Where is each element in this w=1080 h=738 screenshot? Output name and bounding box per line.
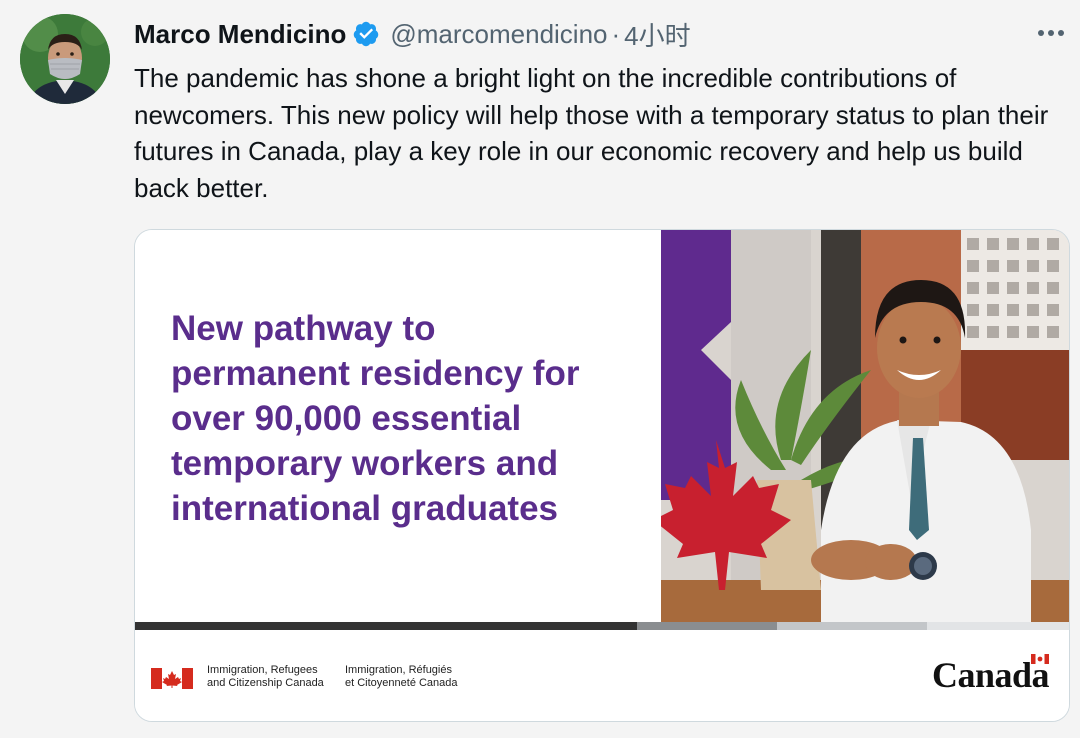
- avatar[interactable]: [20, 14, 110, 104]
- department-name-english: Immigration, Refugees and Citizenship Ca…: [207, 664, 324, 689]
- tweet[interactable]: Marco Mendicino @marcomendicino · 4小时 Th…: [0, 0, 1080, 738]
- media-card[interactable]: New pathway to permanent residency for o…: [134, 229, 1070, 722]
- tweet-header: Marco Mendicino @marcomendicino · 4小时: [134, 16, 691, 52]
- wordmark-flag-icon: [1031, 654, 1049, 664]
- canada-flag-icon: [151, 668, 193, 689]
- more-options-icon[interactable]: [1036, 18, 1066, 48]
- card-image: New pathway to permanent residency for o…: [135, 230, 1069, 622]
- separator-dot: ·: [611, 18, 621, 49]
- card-footer: Immigration, Refugees and Citizenship Ca…: [135, 630, 1069, 721]
- department-name-french: Immigration, Réfugiés et Citoyenneté Can…: [345, 664, 458, 689]
- card-headline: New pathway to permanent residency for o…: [171, 309, 580, 528]
- avatar-photo: [20, 14, 110, 104]
- tweet-timestamp[interactable]: 4小时: [624, 16, 690, 53]
- color-strip: [135, 622, 1069, 630]
- worker-photo: [661, 230, 1069, 622]
- tweet-text: The pandemic has shone a bright light on…: [134, 63, 1049, 203]
- author-display-name[interactable]: Marco Mendicino: [134, 19, 346, 50]
- verified-badge-icon: [352, 20, 380, 48]
- author-handle[interactable]: @marcomendicino: [390, 19, 607, 50]
